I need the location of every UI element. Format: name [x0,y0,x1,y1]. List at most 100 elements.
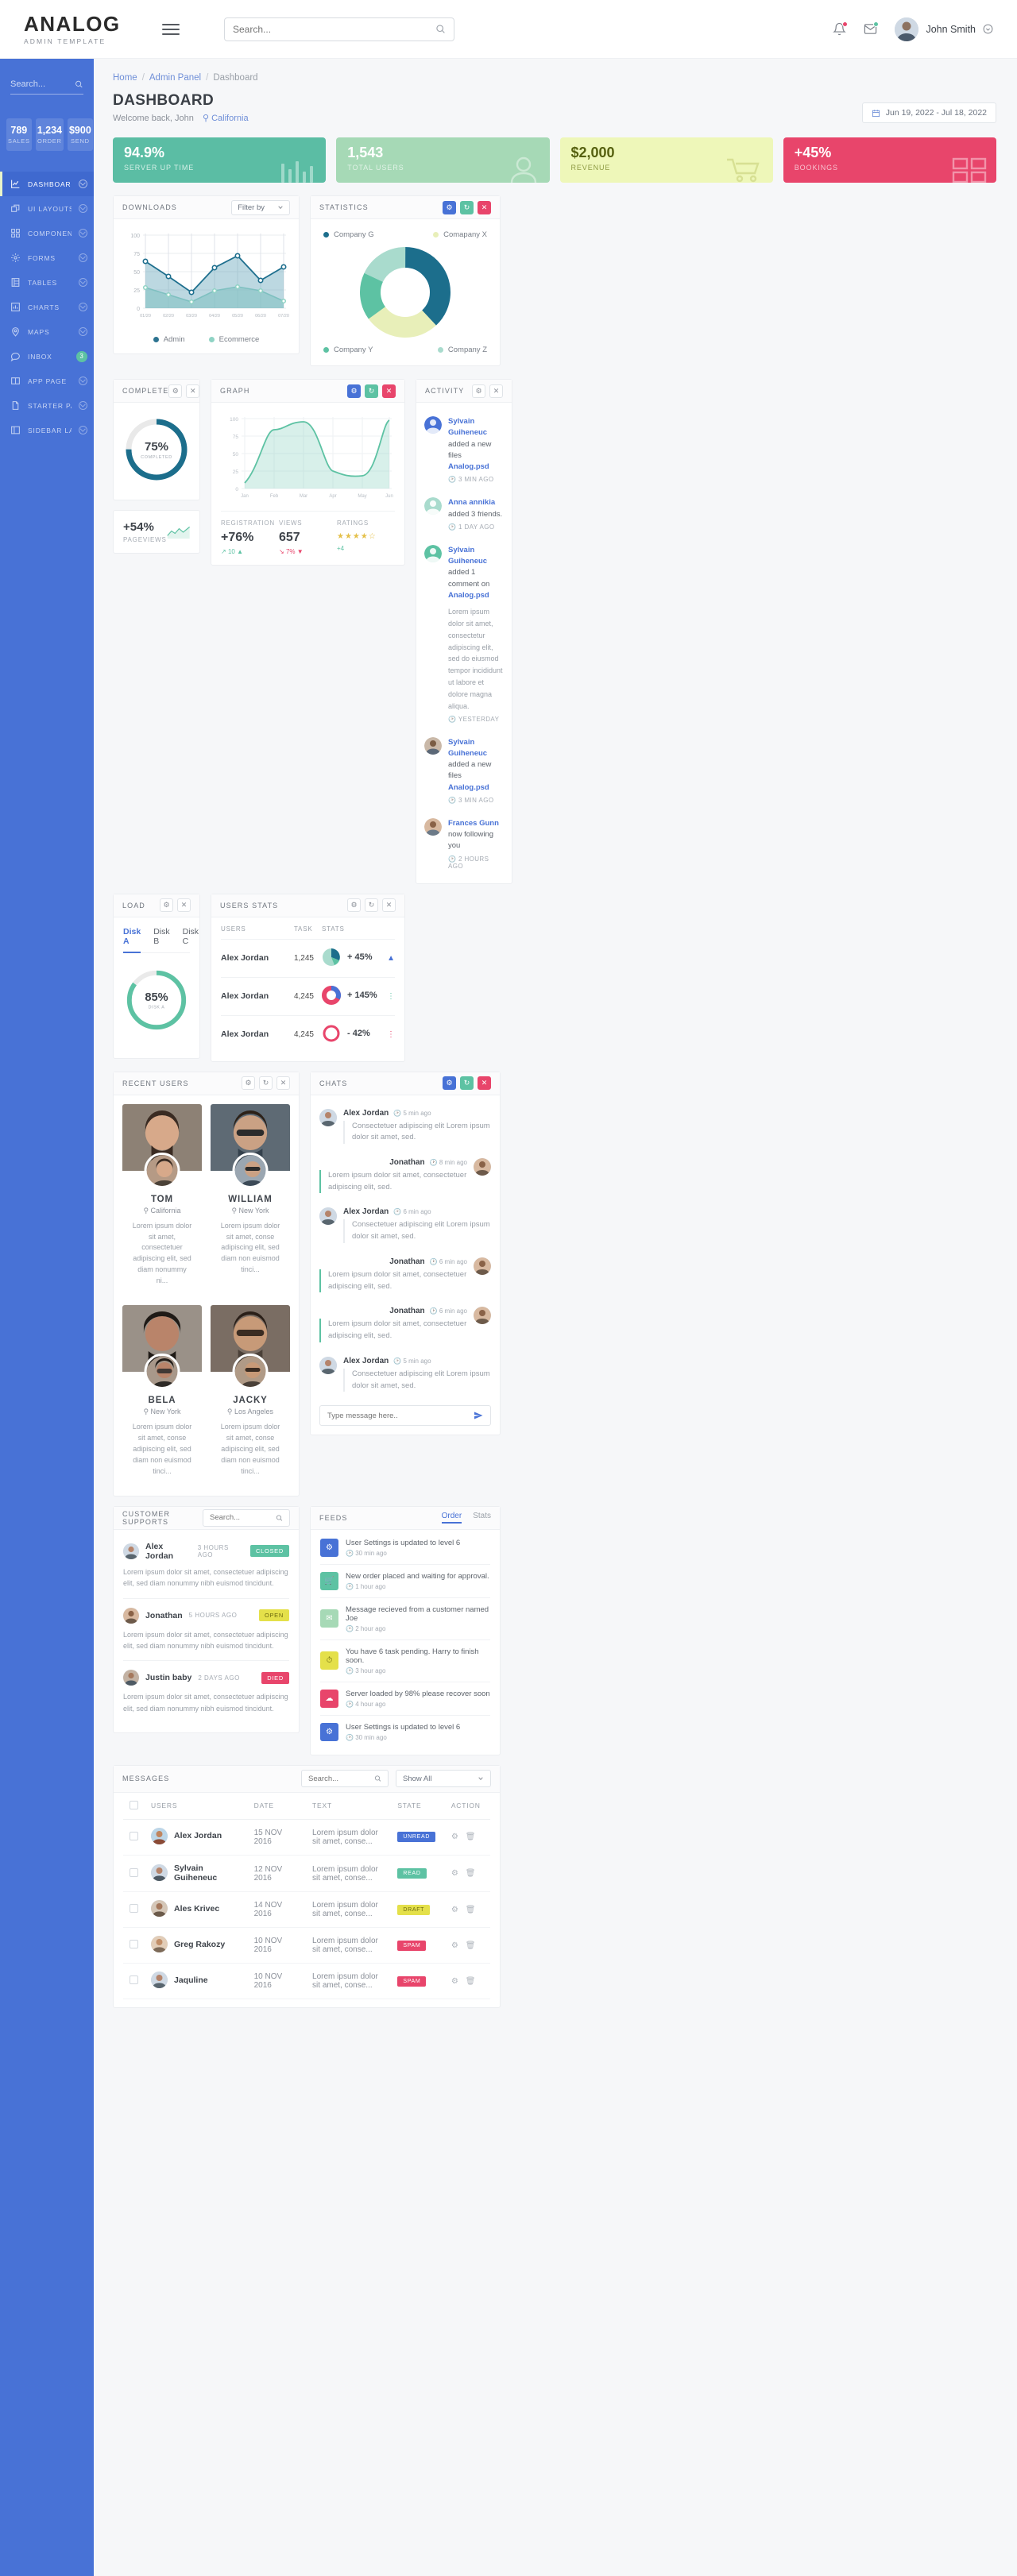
settings-icon[interactable]: ⚙ [451,1833,458,1841]
tab-disk-c[interactable]: Disk C [183,927,199,947]
chevron-down-icon[interactable] [79,229,87,238]
close-button[interactable]: ✕ [276,1076,290,1091]
menu-toggle-icon[interactable] [162,21,180,38]
chevron-down-icon[interactable] [79,253,87,262]
settings-button[interactable]: ⚙ [443,200,456,214]
kpi-bookings[interactable]: +45% BOOKINGS [783,137,996,183]
user-card[interactable]: BELA ⚲ New York Lorem ipsum dolor sit am… [122,1305,202,1487]
filter-by-dropdown[interactable]: Filter by [231,199,290,215]
sidebar-item-ui-layouts[interactable]: UI LAYOUTS [0,196,94,221]
messages-search[interactable] [301,1770,389,1788]
kpi-revenue[interactable]: $2,000 REVENUE [559,137,773,183]
kpi-server-uptime[interactable]: 94.9% SERVER UP TIME [113,137,327,183]
settings-button[interactable]: ⚙ [347,898,361,913]
support-item[interactable]: Jonathan 5 HOURS AGO OPEN Lorem ipsum do… [123,1599,289,1662]
chevron-down-icon[interactable] [79,426,87,434]
tab-order[interactable]: Order [441,1512,462,1524]
breadcrumb-admin-panel[interactable]: Admin Panel [149,73,201,83]
refresh-button[interactable]: ↻ [259,1076,273,1091]
feed-item[interactable]: ⚙ User Settings is updated to level 6 🕑 3… [320,1716,490,1748]
table-row[interactable]: Alex Jordan 4,245 + 145% ⋮ [221,976,395,1016]
sidebar-item-dashboard[interactable]: DASHBOARD [0,172,94,196]
user-menu[interactable]: John Smith [895,17,993,41]
top-search[interactable] [224,17,454,41]
user-card[interactable]: TOM ⚲ California Lorem ipsum dolor sit a… [122,1103,202,1297]
table-row[interactable]: Alex Jordan 1,245 + 45% ▲ [221,938,395,978]
settings-icon[interactable]: ⚙ [451,1869,458,1878]
delete-icon[interactable]: 🗑 [466,1906,476,1914]
refresh-button[interactable]: ↻ [365,898,378,913]
tab-stats[interactable]: Stats [473,1512,491,1524]
sidebar-item-maps[interactable]: MAPS [0,319,94,344]
activity-item[interactable]: Sylvain Guiheneuc added 1 comment on Ana… [424,538,504,730]
logo[interactable]: ANALOG ADMIN TEMPLATE [24,14,151,45]
feed-item[interactable]: ☁ Server loaded by 98% please recover so… [320,1682,490,1716]
tab-disk-b[interactable]: Disk B [153,927,169,947]
sidebar-item-tables[interactable]: TABLES [0,270,94,295]
refresh-button[interactable]: ↻ [365,384,378,398]
row-checkbox[interactable] [130,1940,138,1949]
settings-button[interactable]: ⚙ [168,384,183,398]
feed-item[interactable]: 🛒 New order placed and waiting for appro… [320,1565,490,1598]
activity-item[interactable]: Frances Gunn now following you 🕑 2 HOURS… [424,811,504,877]
close-button[interactable]: ✕ [478,1076,491,1091]
tab-disk-a[interactable]: Disk A [123,927,141,953]
sidebar-item-inbox[interactable]: INBOX 3 [0,344,94,369]
row-menu[interactable]: ▲ [381,938,395,978]
chevron-down-icon[interactable] [79,204,87,213]
sidebar-item-forms[interactable]: FORMS [0,245,94,270]
settings-button[interactable]: ⚙ [160,898,173,913]
row-checkbox[interactable] [130,1904,138,1914]
activity-item[interactable]: Anna annikia added 3 friends. 🕑 1 DAY AG… [424,490,504,538]
sidebar-item-app-page[interactable]: APP PAGE [0,369,94,393]
kpi-total-users[interactable]: 1,543 TOTAL USERS [336,137,550,183]
delete-icon[interactable]: 🗑 [466,1833,476,1841]
settings-button[interactable]: ⚙ [242,1076,255,1091]
user-card[interactable]: WILLIAM ⚲ New York Lorem ipsum dolor sit… [211,1103,290,1297]
sidebar-stat-order[interactable]: 1,234 ORDER [35,118,64,151]
row-menu[interactable]: ⋮ [381,976,395,1016]
notifications-bell-icon[interactable] [833,21,849,36]
sidebar-item-starter-page[interactable]: STARTER PAGE [0,393,94,418]
delete-icon[interactable]: 🗑 [466,1869,476,1878]
refresh-button[interactable]: ↻ [460,1076,474,1091]
breadcrumb-home[interactable]: Home [113,73,137,83]
chevron-down-icon[interactable] [79,327,87,336]
messages-filter-dropdown[interactable]: Show All [396,1770,491,1788]
table-row[interactable]: Alex Jordan 15 NOV 2016 Lorem ipsum dolo… [123,1819,490,1856]
row-menu[interactable]: ⋮ [381,1014,395,1053]
table-row[interactable]: Ales Krivec 14 NOV 2016 Lorem ipsum dolo… [123,1891,490,1929]
settings-button[interactable]: ⚙ [472,384,485,398]
close-button[interactable]: ✕ [382,898,396,913]
sidebar-item-charts[interactable]: CHARTS [0,295,94,319]
chat-input-wrap[interactable] [319,1405,491,1427]
feed-item[interactable]: ✉ Message recieved from a customer named… [320,1598,490,1640]
sidebar-item-sidebar-layouts[interactable]: SIDEBAR LAYOUTS [0,418,94,442]
close-button[interactable]: ✕ [489,384,503,398]
chevron-down-icon[interactable] [79,377,87,385]
supports-search-input[interactable] [210,1513,276,1523]
close-button[interactable]: ✕ [177,898,191,913]
settings-icon[interactable]: ⚙ [451,1977,458,1986]
row-checkbox[interactable] [130,1867,138,1877]
feed-item[interactable]: ⏱ You have 6 task pending. Harry to fini… [320,1640,490,1682]
table-row[interactable]: Alex Jordan 4,245 - 42% ⋮ [221,1014,395,1053]
send-icon[interactable] [474,1411,483,1420]
messages-search-input[interactable] [308,1774,374,1783]
chat-input[interactable] [327,1411,474,1420]
support-item[interactable]: Alex Jordan 3 HOURS AGO CLOSED Lorem ips… [123,1533,289,1599]
table-row[interactable]: Sylvain Guiheneuc 12 NOV 2016 Lorem ipsu… [123,1855,490,1893]
chevron-down-icon[interactable] [79,180,87,188]
row-checkbox[interactable] [130,1831,138,1840]
table-row[interactable]: Greg Rakozy 10 NOV 2016 Lorem ipsum dolo… [123,1927,490,1964]
delete-icon[interactable]: 🗑 [466,1941,476,1950]
sidebar-search[interactable] [10,79,83,95]
chevron-down-icon[interactable] [79,401,87,410]
close-button[interactable]: ✕ [186,384,200,398]
sidebar-item-components[interactable]: COMPONENTS [0,221,94,245]
refresh-button[interactable]: ↻ [460,200,474,214]
supports-search[interactable] [203,1508,290,1527]
chevron-down-icon[interactable] [79,303,87,311]
row-checkbox[interactable] [130,1975,138,1985]
support-item[interactable]: Justin baby 2 DAYS AGO DIED Lorem ipsum … [123,1661,289,1723]
